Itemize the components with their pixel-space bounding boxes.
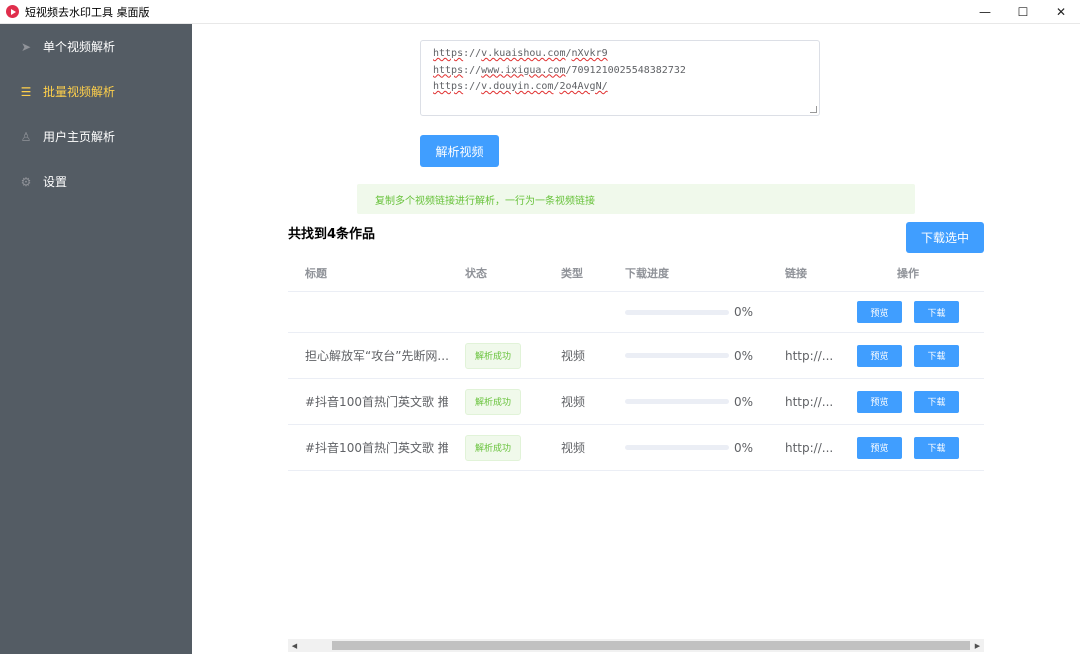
- row-type: 视频: [561, 441, 586, 455]
- preview-button[interactable]: 预览: [857, 436, 902, 459]
- url-line: https://v.kuaishou.com/nXvkr9: [433, 48, 608, 59]
- progress-percent: 0%: [734, 305, 754, 319]
- window-title: 短视频去水印工具 桌面版: [25, 5, 150, 19]
- scroll-right-icon[interactable]: ▶: [971, 639, 984, 652]
- row-ops: 预览 下载: [832, 301, 984, 323]
- row-title: #抖音100首热门英文歌 推...: [305, 395, 448, 409]
- column-header-status: 状态: [465, 266, 487, 280]
- column-header-progress: 下载进度: [625, 266, 669, 280]
- progress-percent: 0%: [734, 394, 754, 409]
- row-status: 解析成功: [448, 434, 544, 461]
- preview-button[interactable]: 预览: [857, 301, 902, 323]
- sidebar-item-single-video[interactable]: ➤ 单个视频解析: [0, 24, 192, 69]
- sidebar-item-label: 批量视频解析: [43, 85, 116, 99]
- row-type: 视频: [561, 395, 586, 409]
- scroll-left-icon[interactable]: ◀: [288, 639, 301, 652]
- table-header: 标题 状态 类型 下载进度 链接 操作: [288, 254, 984, 292]
- url-line: https://v.douyin.com/2o4AvgN/: [433, 81, 608, 92]
- table-row[interactable]: #抖音100首热门英文歌 推... 解析成功 视频 0% http://... …: [288, 425, 984, 471]
- download-selected-button[interactable]: 下载选中: [906, 222, 984, 253]
- preview-button[interactable]: 预览: [857, 390, 902, 413]
- row-type: 视频: [561, 349, 586, 363]
- download-button[interactable]: 下载: [914, 301, 959, 323]
- table-row[interactable]: 0% 预览 下载: [288, 292, 984, 333]
- horizontal-scrollbar[interactable]: ◀ ▶: [288, 639, 984, 652]
- sidebar-item-batch-video[interactable]: ☰ 批量视频解析: [0, 69, 192, 114]
- table-row[interactable]: #抖音100首热门英文歌 推... 解析成功 视频 0% http://... …: [288, 379, 984, 425]
- info-alert: 复制多个视频链接进行解析，一行为一条视频链接: [357, 184, 915, 214]
- row-status: 解析成功: [448, 342, 544, 369]
- window-controls: — ☐ ✕: [966, 0, 1080, 24]
- download-button[interactable]: 下载: [914, 390, 959, 413]
- result-count: 共找到4条作品: [288, 227, 376, 242]
- minimize-button[interactable]: —: [966, 0, 1004, 24]
- status-badge: 解析成功: [465, 434, 521, 461]
- list-icon: ☰: [20, 84, 32, 99]
- title-bar: 短视频去水印工具 桌面版 — ☐ ✕: [0, 0, 1080, 24]
- progress-bar: [625, 445, 729, 450]
- status-badge: 解析成功: [465, 342, 521, 369]
- column-header-ops: 操作: [897, 266, 919, 280]
- progress-bar: [625, 353, 729, 358]
- row-ops: 预览 下载: [832, 436, 984, 459]
- preview-button[interactable]: 预览: [857, 344, 902, 367]
- resize-handle-icon[interactable]: [810, 106, 817, 113]
- paper-plane-icon: ➤: [20, 39, 32, 54]
- row-link[interactable]: http://...: [768, 395, 833, 409]
- scrollbar-thumb[interactable]: [332, 641, 970, 650]
- column-header-link: 链接: [785, 266, 807, 280]
- results-table: 标题 状态 类型 下载进度 链接 操作 0% 预览 下载 担心解放军“攻台”先断…: [288, 254, 984, 471]
- row-progress: 0%: [608, 349, 768, 363]
- row-progress: 0%: [608, 441, 768, 455]
- url-line: https://www.ixigua.com/70912100255483827…: [433, 64, 686, 76]
- sidebar-item-label: 用户主页解析: [43, 130, 116, 144]
- progress-bar: [625, 309, 729, 315]
- row-title: 担心解放军“攻台”先断网...: [305, 349, 448, 363]
- progress-bar: [625, 399, 729, 404]
- maximize-button[interactable]: ☐: [1004, 0, 1042, 24]
- row-ops: 预览 下载: [832, 344, 984, 367]
- download-button[interactable]: 下载: [914, 436, 959, 459]
- row-status: 解析成功: [448, 388, 544, 415]
- status-badge: 解析成功: [465, 388, 521, 415]
- sidebar-item-label: 设置: [43, 175, 68, 189]
- main-content: https://v.kuaishou.com/nXvkr9 https://ww…: [192, 24, 1080, 654]
- close-button[interactable]: ✕: [1042, 0, 1080, 24]
- row-title: #抖音100首热门英文歌 推...: [305, 441, 448, 455]
- download-button[interactable]: 下载: [914, 344, 959, 367]
- table-row[interactable]: 担心解放军“攻台”先断网... 解析成功 视频 0% http://... 预览…: [288, 333, 984, 379]
- row-progress: 0%: [608, 395, 768, 409]
- sidebar-item-settings[interactable]: ⚙ 设置: [0, 159, 192, 204]
- app-logo-icon: [6, 5, 19, 18]
- progress-percent: 0%: [734, 440, 754, 455]
- progress-percent: 0%: [734, 348, 754, 363]
- sidebar: ➤ 单个视频解析 ☰ 批量视频解析 ♙ 用户主页解析 ⚙ 设置: [0, 24, 192, 654]
- sidebar-item-label: 单个视频解析: [43, 40, 116, 54]
- user-icon: ♙: [20, 129, 32, 144]
- row-link[interactable]: http://...: [768, 441, 833, 455]
- row-progress: 0%: [608, 305, 768, 319]
- gear-icon: ⚙: [20, 174, 32, 189]
- row-link[interactable]: http://...: [768, 349, 833, 363]
- url-input-textarea[interactable]: https://v.kuaishou.com/nXvkr9 https://ww…: [420, 40, 820, 116]
- column-header-title: 标题: [305, 266, 327, 280]
- parse-video-button[interactable]: 解析视频: [420, 135, 499, 167]
- row-ops: 预览 下载: [832, 390, 984, 413]
- sidebar-item-user-homepage[interactable]: ♙ 用户主页解析: [0, 114, 192, 159]
- column-header-type: 类型: [561, 266, 583, 280]
